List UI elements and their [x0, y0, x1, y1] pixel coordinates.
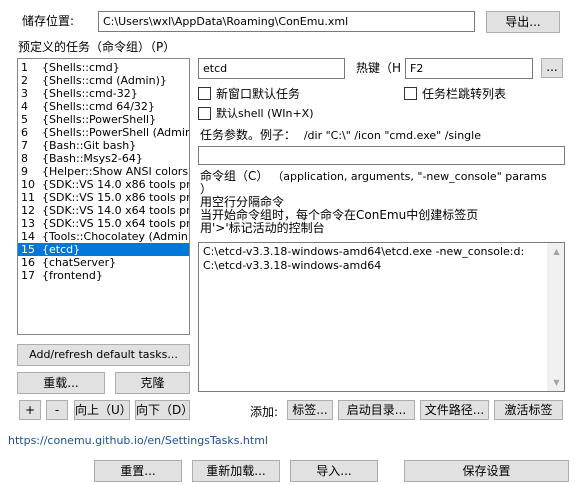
commands-hint-line-1: （application, arguments, "-new_console" …	[272, 170, 547, 183]
task-name: {Shells::cmd-32}	[42, 87, 138, 100]
task-list-item[interactable]: 12 {SDK::VS 14.0 x64 tools prompt}	[18, 204, 189, 217]
task-name: {Shells::cmd}	[42, 61, 120, 74]
task-list-item[interactable]: 14 {Tools::Chocolatey (Admin)}	[18, 230, 189, 243]
export-button[interactable]: 导出...	[486, 11, 560, 33]
remove-task-button[interactable]: -	[46, 400, 68, 420]
import-button[interactable]: 导入...	[290, 460, 378, 482]
add-refresh-default-tasks-button[interactable]: Add/refresh default tasks...	[17, 344, 190, 366]
task-number: 10	[21, 178, 35, 191]
task-number: 11	[21, 191, 35, 204]
task-name: {SDK::VS 15.0 x86 tools prompt}	[42, 191, 189, 204]
task-name: {Bash::Msys2-64}	[42, 152, 143, 165]
task-params-example: /dir "C:\" /icon "cmd.exe" /single	[303, 129, 481, 142]
task-number: 8	[21, 152, 28, 165]
checkbox-label: 默认shell (WIn+X)	[216, 107, 314, 120]
task-list-item[interactable]: 10 {SDK::VS 14.0 x86 tools prompt}	[18, 178, 189, 191]
task-list-item[interactable]: 9 {Helper::Show ANSI colors}	[18, 165, 189, 178]
task-name: {chatServer}	[42, 256, 117, 269]
task-list-item[interactable]: 3 {Shells::cmd-32}	[18, 87, 189, 100]
task-name: {frontend}	[42, 269, 103, 282]
task-name: {SDK::VS 14.0 x64 tools prompt}	[42, 204, 189, 217]
commands-label-row: 命令组（C） （application, arguments, "-new_co…	[200, 169, 547, 184]
add-label: 添加:	[250, 405, 279, 419]
task-params-field[interactable]	[198, 146, 565, 165]
commands-scrollbar[interactable]: ▲ ▼	[547, 243, 564, 391]
task-name: {Shells::cmd (Admin)}	[42, 74, 167, 87]
task-name: {SDK::VS 14.0 x86 tools prompt}	[42, 178, 189, 191]
add-file-path-button[interactable]: 文件路径...	[420, 400, 489, 420]
task-number: 14	[21, 230, 35, 243]
checkbox-box[interactable]	[198, 87, 211, 100]
commands-textarea[interactable]: C:\etcd-v3.3.18-windows-amd64\etcd.exe -…	[198, 242, 565, 392]
taskbar-jump-list-checkbox[interactable]: 任务栏跳转列表	[404, 85, 506, 102]
reset-button[interactable]: 重置...	[94, 460, 182, 482]
scroll-up-arrow-icon[interactable]: ▲	[548, 243, 564, 260]
add-startup-dir-button[interactable]: 启动目录...	[338, 400, 415, 420]
task-list-item[interactable]: 8 {Bash::Msys2-64}	[18, 152, 189, 165]
add-task-button[interactable]: +	[19, 400, 41, 420]
add-tab-button[interactable]: 标签...	[287, 400, 333, 420]
task-params-label-text: 任务参数。例子：	[200, 128, 297, 142]
task-number: 7	[21, 139, 28, 152]
task-number: 15	[21, 243, 35, 256]
move-down-button[interactable]: 向下（D）	[135, 400, 190, 420]
task-list-item[interactable]: 17 {frontend}	[18, 269, 189, 282]
commands-label: 命令组（C）	[200, 169, 269, 183]
task-list[interactable]: 1 {Shells::cmd} 2 {Shells::cmd (Admin)} 3 {Sh…	[17, 58, 190, 335]
hotkey-label: 热键（H	[356, 61, 402, 75]
reload-settings-button[interactable]: 重新加载...	[192, 460, 280, 482]
settings-tasks-help-link[interactable]: https://conemu.github.io/en/SettingsTask…	[8, 434, 268, 447]
clone-button[interactable]: 克隆	[115, 372, 190, 394]
task-list-item[interactable]: 7 {Bash::Git bash}	[18, 139, 189, 152]
task-name: {Helper::Show ANSI colors}	[42, 165, 189, 178]
checkbox-label: 任务栏跳转列表	[422, 87, 507, 101]
task-number: 12	[21, 204, 35, 217]
task-list-item[interactable]: 5 {Shells::PowerShell}	[18, 113, 189, 126]
task-number: 2	[21, 74, 28, 87]
checkbox-label: 新窗口默认任务	[216, 87, 301, 101]
task-number: 1	[21, 61, 28, 74]
task-number: 16	[21, 256, 35, 269]
task-params-label: 任务参数。例子： /dir "C:\" /icon "cmd.exe" /sin…	[200, 127, 481, 144]
storage-label: 储存位置:	[22, 14, 75, 28]
reload-tasks-button[interactable]: 重载...	[17, 372, 105, 394]
task-list-item[interactable]: 15 {etcd}	[18, 243, 189, 256]
task-list-item[interactable]: 6 {Shells::PowerShell (Admin)}	[18, 126, 189, 139]
task-list-item[interactable]: 1 {Shells::cmd}	[18, 61, 189, 74]
move-up-button[interactable]: 向上（U）	[74, 400, 130, 420]
checkbox-box[interactable]	[404, 87, 417, 100]
task-number: 9	[21, 165, 28, 178]
task-name: {Bash::Git bash}	[42, 139, 137, 152]
task-list-item[interactable]: 4 {Shells::cmd 64/32}	[18, 100, 189, 113]
task-number: 6	[21, 126, 28, 139]
task-list-item[interactable]: 11 {SDK::VS 15.0 x86 tools prompt}	[18, 191, 189, 204]
checkbox-box[interactable]	[198, 106, 211, 120]
task-name: {SDK::VS 15.0 x64 tools prompt}	[42, 217, 189, 230]
new-window-default-checkbox[interactable]: 新窗口默认任务	[198, 85, 300, 102]
save-settings-button[interactable]: 保存设置	[404, 460, 569, 482]
commands-hint-line-5: 用'>'标记活动的控制台	[200, 221, 325, 235]
commands-text: C:\etcd-v3.3.18-windows-amd64\etcd.exe -…	[203, 245, 525, 272]
task-name: {Shells::PowerShell (Admin)}	[42, 126, 189, 139]
task-list-item[interactable]: 13 {SDK::VS 15.0 x64 tools prompt}	[18, 217, 189, 230]
tasks-group-label: 预定义的任务（命令组）（P）	[18, 40, 176, 54]
add-activate-tab-button[interactable]: 激活标签	[494, 400, 563, 420]
task-number: 4	[21, 100, 28, 113]
task-list-item[interactable]: 2 {Shells::cmd (Admin)}	[18, 74, 189, 87]
default-shell-checkbox[interactable]: 默认shell (WIn+X)	[198, 105, 314, 121]
hotkey-picker-button[interactable]: ...	[541, 58, 563, 78]
storage-path-field[interactable]: C:\Users\wxl\AppData\Roaming\ConEmu.xml	[98, 11, 475, 32]
task-name: {Shells::PowerShell}	[42, 113, 157, 126]
scroll-down-arrow-icon[interactable]: ▼	[548, 374, 564, 391]
task-name: {Shells::cmd 64/32}	[42, 100, 155, 113]
task-number: 5	[21, 113, 28, 126]
task-number: 17	[21, 269, 35, 282]
hotkey-field[interactable]: F2	[405, 58, 533, 79]
task-name: {Tools::Chocolatey (Admin)}	[42, 230, 189, 243]
task-number: 3	[21, 87, 28, 100]
task-number: 13	[21, 217, 35, 230]
task-name-field[interactable]: etcd	[198, 58, 345, 79]
task-name: {etcd}	[42, 243, 81, 256]
task-list-item[interactable]: 16 {chatServer}	[18, 256, 189, 269]
